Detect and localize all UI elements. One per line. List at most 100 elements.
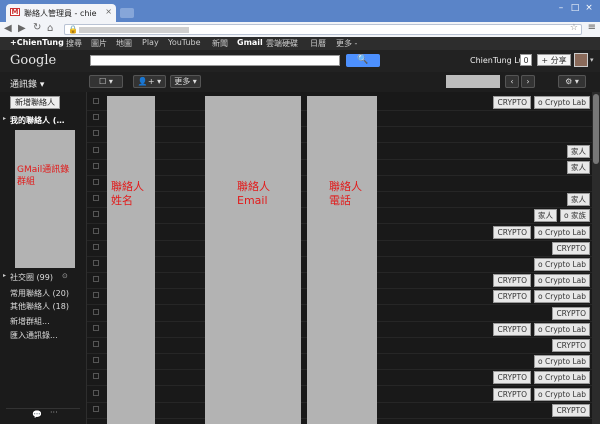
sidebar-item-other[interactable]: 其他聯絡人 (18) [10,301,69,312]
new-tab-button[interactable] [120,8,134,18]
gbar-calendar[interactable]: 日曆 [310,38,326,49]
gbar-more[interactable]: 更多 - [336,38,357,49]
back-icon[interactable]: ◀ [4,23,12,34]
gbar-youtube[interactable]: YouTube [168,38,201,47]
row-checkbox[interactable] [93,308,99,315]
name-column-annotation: 聯絡人 姓名 [111,180,144,207]
group-tag[interactable]: CRYPTO [552,241,590,255]
expand-icon[interactable]: ▸ [3,272,6,279]
expand-icon[interactable]: ▸ [3,115,6,122]
group-tag[interactable]: o Crypto Lab [534,387,590,401]
sidebar-item-my-contacts[interactable]: 我的聯絡人 (… [10,115,64,126]
row-checkbox[interactable] [93,357,99,364]
group-tag[interactable]: o 家族 [560,209,590,223]
row-checkbox[interactable] [93,211,99,218]
scrollbar-thumb[interactable] [593,94,599,164]
row-tags: CRYPTO o Crypto Lab [490,290,590,304]
minimize-icon[interactable]: – [554,2,568,14]
group-tag[interactable]: o Crypto Lab [534,274,590,288]
sidebar-item-frequent[interactable]: 常用聯絡人 (20) [10,288,69,299]
row-tags: CRYPTO [549,403,590,417]
group-tag[interactable]: o Crypto Lab [534,355,590,369]
group-tag[interactable]: o Crypto Lab [534,371,590,385]
row-checkbox[interactable] [93,405,99,412]
more-dots-icon[interactable]: ··· [50,408,58,417]
row-checkbox[interactable] [93,195,99,202]
row-checkbox[interactable] [93,260,99,266]
gbar-images[interactable]: 圖片 [91,38,107,49]
new-contact-button[interactable]: 新增聯絡人 [10,96,60,109]
row-checkbox[interactable] [93,292,99,299]
group-tag[interactable]: 家人 [567,193,590,207]
group-tag[interactable]: o Crypto Lab [534,322,590,336]
sidebar-item-new-group[interactable]: 新增群組... [10,316,50,327]
group-tag[interactable]: o Crypto Lab [534,225,590,239]
row-checkbox[interactable] [93,243,99,250]
group-tag[interactable]: CRYPTO [552,339,590,352]
gbar-news[interactable]: 新聞 [212,38,228,49]
group-tag[interactable]: o Crypto Lab [534,96,590,109]
group-tag[interactable]: 家人 [567,144,590,158]
gbar-profile[interactable]: +ChienTung [10,38,64,47]
maximize-icon[interactable]: □ [568,2,582,14]
add-to-group-button[interactable]: 👤+ ▾ [133,75,166,88]
prev-page-icon[interactable]: ‹ [505,75,519,88]
gbar-maps[interactable]: 地圖 [116,38,132,49]
group-tag[interactable]: CRYPTO [493,290,532,304]
chevron-down-icon[interactable]: ▾ [590,56,594,64]
group-tag[interactable]: CRYPTO [493,387,532,401]
group-tag[interactable]: CRYPTO [493,96,532,109]
row-checkbox[interactable] [93,341,99,347]
more-button[interactable]: 更多 ▾ [170,75,201,88]
row-checkbox[interactable] [93,130,99,137]
group-tag[interactable]: CRYPTO [493,371,532,385]
row-checkbox[interactable] [93,114,99,121]
close-tab-icon[interactable]: × [105,7,112,16]
google-logo[interactable]: Google [10,53,56,68]
row-checkbox[interactable] [93,373,99,380]
reload-icon[interactable]: ↻ [33,22,41,33]
row-checkbox[interactable] [93,179,99,185]
group-tag[interactable]: o Crypto Lab [534,258,590,271]
avatar[interactable] [574,53,588,67]
group-tag[interactable]: CRYPTO [493,225,532,239]
group-tag[interactable]: o Crypto Lab [534,290,590,304]
next-page-icon[interactable]: › [521,75,535,88]
row-checkbox[interactable] [93,389,99,396]
gbar-drive[interactable]: 雲端硬碟 [266,38,298,49]
menu-icon[interactable]: ≡ [588,22,596,33]
search-input[interactable] [90,55,340,66]
row-checkbox[interactable] [93,146,99,153]
row-checkbox[interactable] [93,324,99,331]
select-checkbox-button[interactable]: ☐ ▾ [89,75,123,88]
bookmark-star-icon[interactable]: ☆ [570,23,578,33]
group-tag[interactable]: CRYPTO [493,274,532,288]
sidebar-item-circles[interactable]: 社交圈 (99) [10,272,53,283]
close-window-icon[interactable]: × [582,2,596,14]
search-button[interactable]: 🔍 [346,54,380,67]
share-button[interactable]: + 分享 [537,54,571,66]
forward-icon[interactable]: ▶ [18,23,26,34]
row-checkbox[interactable] [93,162,99,169]
notification-count[interactable]: 0 [520,54,532,66]
group-tag[interactable]: 家人 [567,160,590,174]
row-checkbox[interactable] [93,98,99,104]
row-checkbox[interactable] [93,276,99,283]
group-tag[interactable]: 家人 [534,209,558,223]
circles-icon: ⊙ [62,272,68,280]
row-checkbox[interactable] [93,227,99,234]
gbar-search[interactable]: 搜尋 [66,38,82,49]
group-tag[interactable]: CRYPTO [552,403,590,417]
browser-tab[interactable]: M 聯絡人管理員 - chie × [6,4,116,22]
gbar-gmail[interactable]: Gmail [237,38,263,47]
address-bar[interactable]: 🔒 ☆ [64,23,582,35]
chat-icon[interactable]: 💬 [32,410,42,419]
user-name[interactable]: ChienTung Lu [470,56,524,65]
home-icon[interactable]: ⌂ [47,23,53,34]
group-tag[interactable]: CRYPTO [493,322,532,336]
gbar-play[interactable]: Play [142,38,159,47]
app-switcher[interactable]: 通訊錄 ▾ [10,77,44,90]
group-tag[interactable]: CRYPTO [552,306,590,320]
sidebar-item-import[interactable]: 匯入通訊錄... [10,330,58,341]
settings-gear-button[interactable]: ⚙ ▾ [558,75,586,88]
